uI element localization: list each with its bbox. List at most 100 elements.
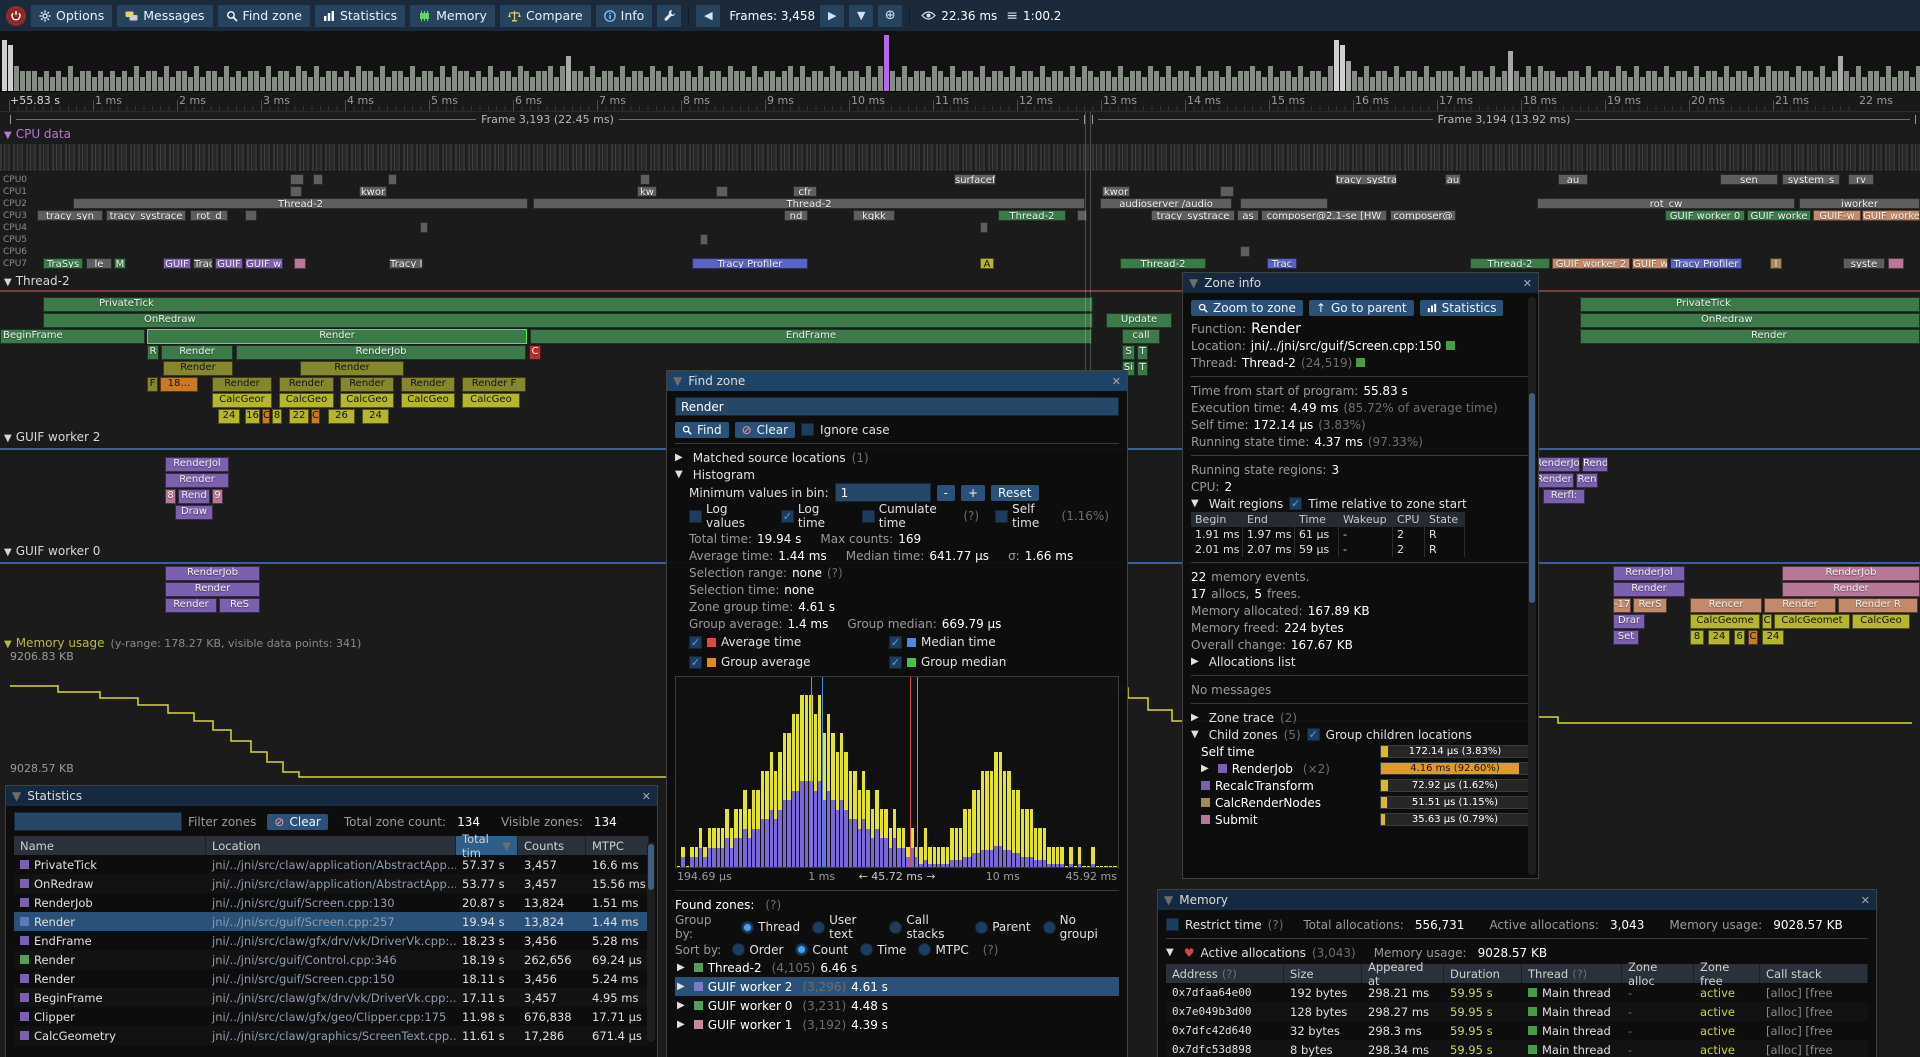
frame-bar[interactable] bbox=[1724, 66, 1729, 91]
timeline-zone-M[interactable]: M bbox=[114, 258, 126, 269]
frame-bar[interactable] bbox=[1550, 71, 1555, 91]
frame-bar[interactable] bbox=[1772, 71, 1777, 91]
frame-bar[interactable] bbox=[296, 66, 301, 91]
stats-table-row[interactable]: RenderJobjni/../jni/src/guif/Screen.cpp:… bbox=[14, 893, 649, 912]
timeline-zone-audioserver /audio[interactable]: audioserver /audio bbox=[1100, 198, 1232, 209]
frame-bar[interactable] bbox=[1196, 66, 1201, 91]
frame-bar[interactable] bbox=[422, 71, 427, 91]
timeline-zone--17[interactable]: -17 bbox=[1613, 598, 1631, 613]
frame-bar[interactable] bbox=[1388, 77, 1393, 91]
frame-bar[interactable] bbox=[188, 77, 193, 91]
timeline-zone-Ren[interactable]: Ren bbox=[1576, 473, 1598, 488]
frame-bar[interactable] bbox=[674, 77, 679, 91]
frame-bar[interactable] bbox=[1730, 77, 1735, 91]
frame-bar[interactable] bbox=[386, 77, 391, 91]
stats-table-row[interactable]: Renderjni/../jni/src/guif/Screen.cpp:257… bbox=[14, 912, 649, 931]
timeline-zone-I[interactable]: I bbox=[1770, 258, 1782, 269]
timeline-zone-segment[interactable] bbox=[420, 222, 428, 233]
frame-bar[interactable] bbox=[1448, 71, 1453, 91]
min-bin-input[interactable] bbox=[835, 483, 931, 502]
frame-bar[interactable] bbox=[926, 77, 931, 91]
frame-bar[interactable] bbox=[530, 77, 535, 91]
frame-time-graph[interactable] bbox=[0, 32, 1920, 92]
timeline-zone-segment[interactable] bbox=[294, 258, 306, 269]
restrict-time-checkbox[interactable]: ✓ bbox=[1166, 918, 1179, 931]
frame-bar[interactable] bbox=[752, 66, 757, 91]
frame-bar[interactable] bbox=[470, 77, 475, 91]
timeline-zone-RenderJo[interactable]: RenderJo bbox=[1534, 457, 1580, 472]
timeline-zone-Thread-2[interactable]: Thread-2 bbox=[1120, 258, 1206, 269]
timeline-zone-segment[interactable] bbox=[388, 174, 397, 185]
frame-bar[interactable] bbox=[650, 66, 655, 91]
frame-bar[interactable] bbox=[992, 71, 997, 91]
frame-bar[interactable] bbox=[1700, 77, 1705, 91]
timeline-zone-Render[interactable]: Render bbox=[1580, 329, 1920, 344]
frame-bar[interactable] bbox=[476, 71, 481, 91]
frame-bar[interactable] bbox=[1124, 77, 1129, 91]
frame-bar[interactable] bbox=[224, 66, 229, 91]
timeline-zone-Tracy Profiler[interactable]: Tracy Profiler bbox=[692, 258, 808, 269]
frame-bar[interactable] bbox=[1646, 71, 1651, 91]
timeline-zone-24[interactable]: 24 bbox=[1762, 630, 1784, 645]
frame-bar[interactable] bbox=[1256, 71, 1261, 91]
timeline-zone-C[interactable]: C bbox=[311, 409, 320, 424]
frame-bar[interactable] bbox=[806, 77, 811, 91]
frame-bar[interactable] bbox=[566, 56, 571, 91]
frame-bar[interactable] bbox=[1532, 77, 1537, 91]
stats-table-row[interactable]: PrivateTickjni/../jni/src/claw/applicati… bbox=[14, 855, 649, 874]
frame-bar[interactable] bbox=[788, 66, 793, 91]
close-icon[interactable]: ✕ bbox=[642, 790, 651, 803]
frame-bar[interactable] bbox=[1304, 77, 1309, 91]
timeline-zone-tracy_syn[interactable]: tracy_syn bbox=[37, 210, 103, 221]
frame-bar[interactable] bbox=[20, 71, 25, 91]
timeline-zone-18…[interactable]: 18… bbox=[160, 377, 198, 392]
stats-table-row[interactable]: Renderjni/../jni/src/guif/Control.cpp:34… bbox=[14, 950, 649, 969]
frame-bar[interactable] bbox=[1118, 66, 1123, 91]
frame-bar[interactable] bbox=[1262, 77, 1267, 91]
tools-button[interactable] bbox=[657, 5, 681, 27]
frame-bar[interactable] bbox=[920, 71, 925, 91]
memory-button[interactable]: Memory bbox=[410, 5, 495, 27]
timeline-zone-composer@[interactable]: composer@ bbox=[1390, 210, 1456, 221]
timeline-zone-segment[interactable] bbox=[1220, 186, 1234, 197]
stats-table-row[interactable]: BeginFramejni/../jni/src/claw/gfx/drv/vk… bbox=[14, 988, 649, 1007]
found-zone-row[interactable]: ▶GUIF worker 2(3,296)4.61 s bbox=[675, 977, 1119, 996]
frame-bar[interactable] bbox=[1418, 77, 1423, 91]
timeline-zone-au[interactable]: au bbox=[1445, 174, 1461, 185]
frame-bar[interactable] bbox=[1880, 77, 1885, 91]
clear-filter-button[interactable]: ⊘Clear bbox=[267, 814, 327, 830]
frame-bar[interactable] bbox=[680, 71, 685, 91]
timeline-zone-26[interactable]: 26 bbox=[328, 409, 355, 424]
frame-bar[interactable] bbox=[1406, 71, 1411, 91]
timeline-zone-GUIF worl[interactable]: GUIF worl bbox=[245, 258, 283, 269]
frame-bar[interactable] bbox=[794, 77, 799, 91]
frame-bar[interactable] bbox=[458, 71, 463, 91]
timeline-zone-GUIF[interactable]: GUIF bbox=[163, 258, 191, 269]
frame-bar[interactable] bbox=[962, 71, 967, 91]
timeline-zone-RenderJol[interactable]: RenderJol bbox=[165, 457, 229, 472]
frame-bar[interactable] bbox=[1616, 66, 1621, 91]
frame-bar[interactable] bbox=[1346, 61, 1351, 91]
stats-column-header[interactable]: Location bbox=[206, 836, 456, 855]
child-zone-row[interactable]: CalcRenderNodes51.51 μs (1.15%) bbox=[1201, 794, 1530, 811]
memory-usage-section-header[interactable]: ▼Memory usage(y-range: 178.27 KB, visibl… bbox=[4, 636, 361, 650]
reset-button[interactable]: Reset bbox=[991, 485, 1039, 501]
timeline-zone-Render[interactable]: Render bbox=[165, 582, 260, 597]
frame-bar[interactable] bbox=[1472, 71, 1477, 91]
timeline-zone-OnRedraw[interactable]: OnRedraw bbox=[1580, 313, 1920, 328]
frame-bar[interactable] bbox=[86, 71, 91, 91]
frame-bar[interactable] bbox=[866, 66, 871, 91]
timeline-zone-Tracy I[interactable]: Tracy I bbox=[389, 258, 423, 269]
timeline-zone-CalcGeor[interactable]: CalcGeor bbox=[212, 393, 272, 408]
frame-bar[interactable] bbox=[350, 77, 355, 91]
frame-bar[interactable] bbox=[1052, 71, 1057, 91]
frame-bar[interactable] bbox=[434, 77, 439, 91]
zone-trace-toggle[interactable]: ▶Zone trace(2) bbox=[1191, 709, 1530, 726]
timeline-zone-T[interactable]: T bbox=[1137, 361, 1148, 376]
found-zone-row[interactable]: ▶GUIF worker 1(3,192)4.39 s bbox=[675, 1015, 1119, 1034]
frame-bar[interactable] bbox=[494, 77, 499, 91]
frame-bar[interactable] bbox=[614, 77, 619, 91]
timeline-zone-RenderJob[interactable]: RenderJob bbox=[1782, 566, 1920, 581]
window-title[interactable]: ▼Memory✕ bbox=[1158, 890, 1876, 910]
timeline-zone-Rerfl:[interactable]: Rerfl: bbox=[1543, 489, 1585, 504]
